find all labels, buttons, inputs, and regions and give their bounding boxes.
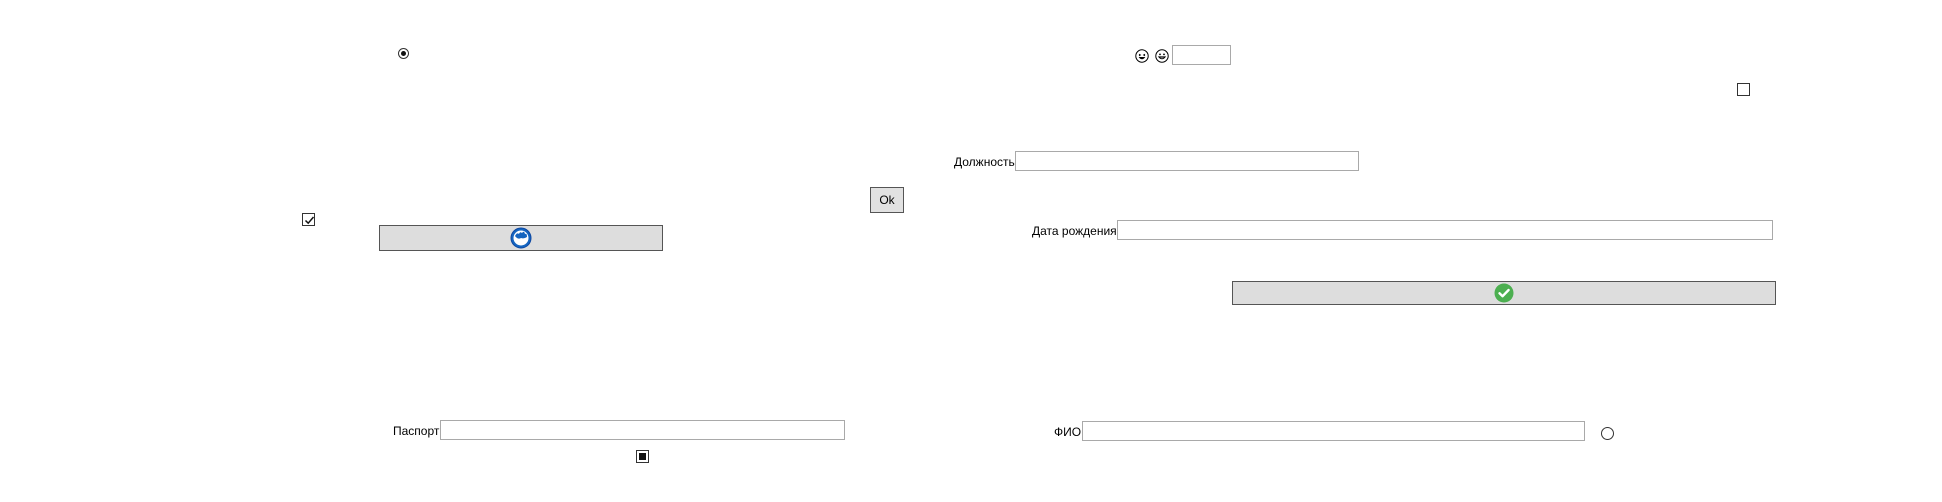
radio-option-top[interactable] <box>398 48 409 59</box>
radio-option-bottom[interactable] <box>1601 427 1614 440</box>
ok-button[interactable]: Ok <box>870 187 904 213</box>
birth-date-field[interactable] <box>1117 220 1773 240</box>
passport-label: Паспорт <box>393 424 440 438</box>
blue-globe-icon <box>510 227 532 249</box>
checkmark-icon <box>304 216 315 225</box>
globe-button[interactable] <box>379 225 663 251</box>
passport-field[interactable] <box>440 420 845 440</box>
laughing-face-icon <box>1135 49 1149 63</box>
birth-date-label: Дата рождения <box>1032 224 1117 238</box>
checkbox-left[interactable] <box>302 213 315 226</box>
small-text-input[interactable] <box>1172 45 1231 65</box>
green-check-circle-icon <box>1494 283 1514 303</box>
checkbox-bottom[interactable] <box>636 450 649 463</box>
full-name-label: ФИО <box>1054 425 1082 439</box>
grinning-face-icon <box>1155 49 1169 63</box>
confirm-button[interactable] <box>1232 281 1776 305</box>
checkbox-right[interactable] <box>1737 83 1750 96</box>
position-label: Должность <box>954 155 1015 169</box>
position-field[interactable] <box>1015 151 1359 171</box>
full-name-field[interactable] <box>1082 421 1585 441</box>
